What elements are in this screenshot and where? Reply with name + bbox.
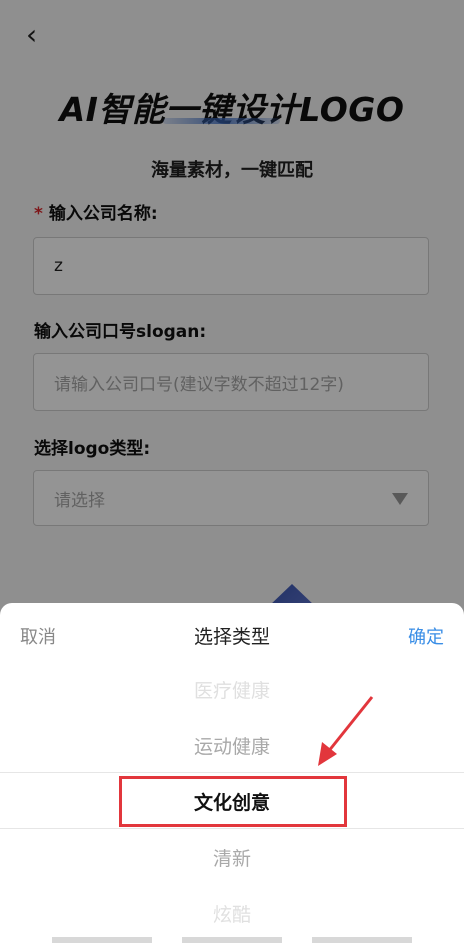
- home-indicator: [52, 937, 412, 943]
- picker-selection-line-bottom: [0, 828, 464, 829]
- home-indicator-segment: [182, 937, 282, 943]
- type-picker-sheet: 取消 选择类型 确定 医疗健康 运动健康 文化创意 清新 炫酷: [0, 603, 464, 943]
- picker-option[interactable]: 医疗健康: [0, 676, 464, 703]
- home-indicator-segment: [312, 937, 412, 943]
- picker-confirm-button[interactable]: 确定: [408, 623, 444, 649]
- home-indicator-segment: [52, 937, 152, 943]
- picker-cancel-button[interactable]: 取消: [20, 623, 56, 649]
- picker-option[interactable]: 清新: [0, 844, 464, 871]
- picker-option[interactable]: 运动健康: [0, 732, 464, 759]
- picker-selection-line-top: [0, 772, 464, 773]
- picker-option[interactable]: 炫酷: [0, 900, 464, 927]
- annotation-highlight-box: [119, 776, 347, 827]
- picker-title: 选择类型: [193, 626, 270, 648]
